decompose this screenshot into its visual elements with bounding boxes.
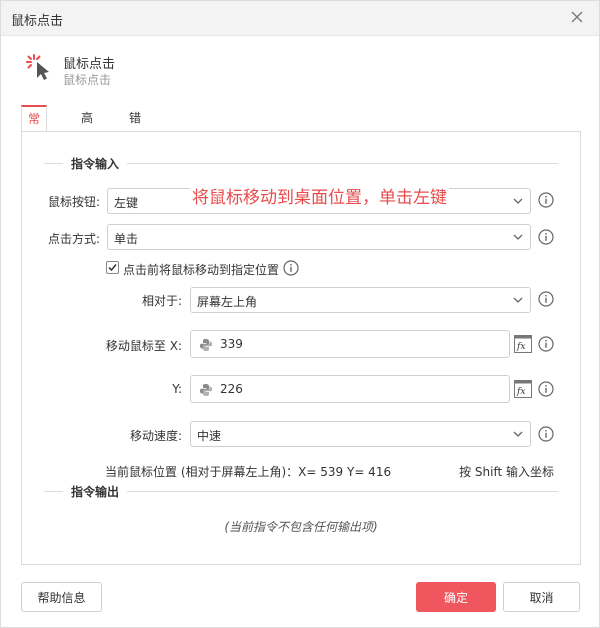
- close-icon[interactable]: [569, 9, 585, 25]
- output-section-title: 指令输出: [63, 483, 128, 500]
- cancel-button[interactable]: 取消: [503, 582, 580, 612]
- move-x-input[interactable]: 339: [190, 330, 510, 358]
- tab-error-handling[interactable]: 错误处理: [123, 106, 147, 197]
- mouse-button-label: 鼠标按钮:: [47, 195, 100, 209]
- info-icon[interactable]: [538, 381, 554, 397]
- relative-to-label: 相对于:: [141, 294, 182, 308]
- click-mode-label: 点击方式:: [47, 232, 100, 246]
- click-mode-select[interactable]: 单击: [107, 224, 531, 250]
- svg-text:fx: fx: [516, 387, 525, 397]
- info-icon[interactable]: [283, 260, 299, 276]
- info-icon[interactable]: [538, 291, 554, 307]
- python-icon: [200, 339, 212, 351]
- mouse-button-value: 左键: [114, 196, 139, 210]
- fx-icon[interactable]: fx: [514, 335, 532, 353]
- move-x-label: 移动鼠标至 X:: [105, 339, 182, 353]
- info-icon[interactable]: [538, 426, 554, 442]
- checkmark-icon: [108, 264, 117, 272]
- tab-advanced[interactable]: 高级: [75, 106, 99, 149]
- mouse-click-icon: [26, 54, 49, 80]
- move-y-input[interactable]: 226: [190, 375, 510, 403]
- input-section-title: 指令输入: [63, 155, 128, 172]
- relative-to-value: 屏幕左上角: [197, 295, 258, 309]
- move-y-label: Y:: [172, 382, 182, 396]
- click-mode-value: 单击: [114, 232, 139, 246]
- shift-input-hint: 按 Shift 输入坐标: [459, 465, 554, 479]
- chevron-down-icon: [513, 198, 523, 204]
- no-output-text: (当前指令不包含任何输出项): [224, 520, 378, 534]
- move-y-value: 226: [220, 382, 243, 396]
- window-title: 鼠标点击: [11, 14, 64, 29]
- command-subtitle: 鼠标点击: [63, 73, 112, 87]
- dialog: 鼠标点击 鼠标点击 鼠标点击 常规 高级 错误处理 指令输入 鼠标按钮: 左键 …: [0, 0, 600, 628]
- help-button[interactable]: 帮助信息: [21, 582, 102, 612]
- title-bar: 鼠标点击: [1, 1, 599, 36]
- chevron-down-icon: [513, 297, 523, 303]
- move-before-click-checkbox[interactable]: [106, 261, 119, 274]
- move-x-value: 339: [220, 337, 243, 351]
- fx-icon[interactable]: fx: [514, 380, 532, 398]
- command-name: 鼠标点击: [63, 57, 116, 72]
- python-icon: [200, 384, 212, 396]
- annotation-text: 将鼠标移动到桌面位置，单击左键: [190, 183, 449, 208]
- cursor-position-text: 当前鼠标位置 (相对于屏幕左上角)：X= 539 Y= 416: [105, 465, 392, 479]
- move-speed-select[interactable]: 中速: [190, 421, 531, 447]
- move-speed-value: 中速: [197, 429, 222, 443]
- chevron-down-icon: [513, 431, 523, 437]
- tab-general[interactable]: 常规: [21, 105, 48, 150]
- info-icon[interactable]: [538, 192, 554, 208]
- tab-panel: 指令输入 鼠标按钮: 左键 将鼠标移动到桌面位置，单击左键 点击方式: 单击 点…: [21, 131, 581, 565]
- info-icon[interactable]: [538, 336, 554, 352]
- ok-button[interactable]: 确定: [416, 582, 496, 612]
- svg-text:fx: fx: [516, 342, 525, 352]
- chevron-down-icon: [513, 234, 523, 240]
- move-speed-label: 移动速度:: [129, 429, 182, 443]
- relative-to-select[interactable]: 屏幕左上角: [190, 287, 531, 313]
- info-icon[interactable]: [538, 229, 554, 245]
- move-before-click-label: 点击前将鼠标移动到指定位置: [123, 263, 280, 277]
